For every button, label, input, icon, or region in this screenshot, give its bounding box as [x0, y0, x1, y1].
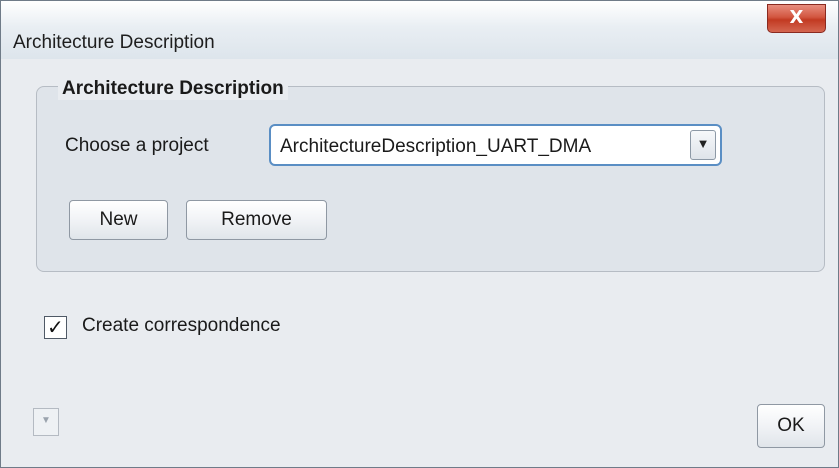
project-combobox[interactable]: ArchitectureDescription_UART_DMA ▼ [269, 124, 722, 166]
title-bar[interactable]: Architecture Description X [1, 1, 838, 59]
close-icon: X [789, 7, 804, 28]
ok-button[interactable]: OK [757, 404, 825, 448]
close-button[interactable]: X [767, 4, 826, 33]
architecture-description-group [36, 86, 825, 272]
combobox-arrow-button[interactable]: ▼ [690, 130, 716, 160]
triangle-down-icon: ▼ [41, 415, 51, 426]
create-correspondence-checkbox[interactable]: ✓ [44, 315, 67, 339]
options-dropdown-button[interactable]: ▼ [33, 408, 59, 436]
group-title: Architecture Description [58, 78, 288, 100]
window-title: Architecture Description [13, 32, 215, 53]
choose-project-label: Choose a project [65, 135, 209, 156]
checkmark-icon: ✓ [47, 315, 64, 339]
remove-button[interactable]: Remove [186, 200, 327, 240]
new-button[interactable]: New [69, 200, 168, 240]
chevron-down-icon: ▼ [696, 136, 710, 151]
project-combobox-value: ArchitectureDescription_UART_DMA [280, 136, 592, 157]
create-correspondence-label[interactable]: Create correspondence [82, 315, 281, 337]
